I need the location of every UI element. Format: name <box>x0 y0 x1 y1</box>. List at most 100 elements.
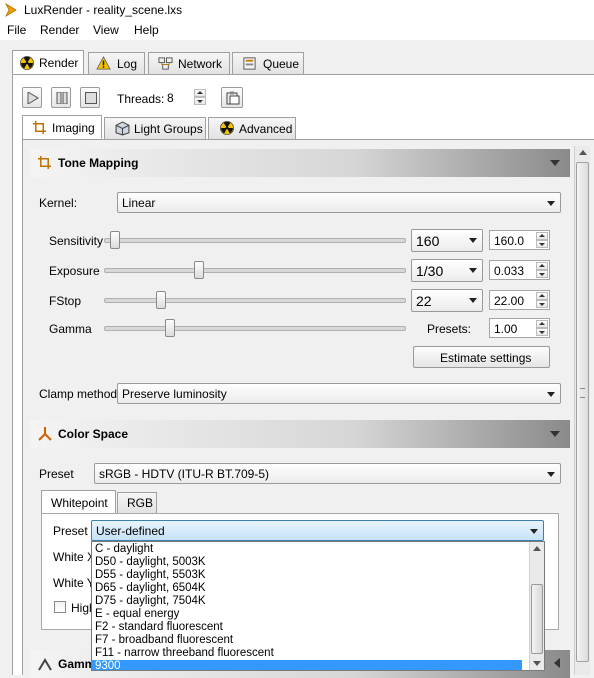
chevron-down-icon[interactable] <box>550 431 560 437</box>
threads-up-arrow[interactable] <box>194 89 206 97</box>
exposure-up-arrow[interactable] <box>536 262 548 270</box>
chevron-left-icon[interactable] <box>554 658 560 668</box>
estimate-settings-button[interactable]: Estimate settings <box>413 346 550 368</box>
exposure-value: 0.033 <box>494 264 525 278</box>
exposure-slider-handle[interactable] <box>193 261 204 279</box>
exposure-down-arrow[interactable] <box>536 270 548 278</box>
tab-network-label: Network <box>178 57 223 71</box>
sensitivity-preset-dropdown[interactable]: 160 <box>411 229 483 252</box>
white-x-label: White X <box>53 550 96 564</box>
clamp-method-label: Clamp method: <box>39 387 121 401</box>
sensitivity-down-arrow[interactable] <box>536 240 548 248</box>
dropdown-item[interactable]: D55 - daylight, 5503K <box>95 569 206 582</box>
fstop-preset-dropdown[interactable]: 22 <box>411 289 483 312</box>
color-preset-label: Preset <box>39 467 74 481</box>
menu-render[interactable]: Render <box>40 23 79 37</box>
whitepoint-preset-list[interactable]: C - daylight D50 - daylight, 5003K D55 - d… <box>91 541 545 671</box>
queue-icon <box>243 57 256 70</box>
whitepoint-preset-value: User-defined <box>96 524 165 538</box>
tab-render[interactable]: Render <box>12 50 84 75</box>
gamma-spinbox[interactable]: 1.00 <box>489 318 550 338</box>
sensitivity-slider-track[interactable] <box>104 238 406 243</box>
dropdown-scroll-up-arrow[interactable] <box>533 546 541 551</box>
fstop-spinbox[interactable]: 22.00 <box>489 290 550 310</box>
cube-icon <box>115 121 130 136</box>
sensitivity-up-arrow[interactable] <box>536 232 548 240</box>
threads-down-arrow[interactable] <box>194 97 206 105</box>
chevron-down-icon <box>469 298 477 303</box>
tone-mapping-header[interactable]: Tone Mapping <box>30 149 570 177</box>
dropdown-scroll-thumb[interactable] <box>531 584 543 654</box>
chevron-down-icon <box>547 472 555 477</box>
gamma-slider-handle[interactable] <box>164 319 175 337</box>
tab-imaging-label: Imaging <box>52 121 95 135</box>
whitepoint-preset-label: Preset <box>53 524 88 538</box>
chevron-down-icon <box>547 392 555 397</box>
tab-imaging[interactable]: Imaging <box>22 115 102 140</box>
gamma-up-arrow[interactable] <box>536 320 548 328</box>
dropdown-item[interactable]: F11 - narrow threeband fluorescent <box>95 647 274 660</box>
fstop-down-arrow[interactable] <box>536 300 548 308</box>
tab-log[interactable]: Log <box>88 52 145 74</box>
clipboard-icon <box>226 91 240 105</box>
menu-file[interactable]: File <box>7 23 26 37</box>
white-y-label: White Y <box>53 576 95 590</box>
sensitivity-preset-value: 160 <box>416 233 440 249</box>
scrollbar-thumb[interactable] <box>576 162 589 662</box>
dropdown-scroll-down-arrow[interactable] <box>533 661 541 666</box>
title-bar: LuxRender - reality_scene.lxs <box>0 0 594 20</box>
tab-whitepoint[interactable]: Whitepoint <box>41 490 116 514</box>
stop-button[interactable] <box>80 87 100 108</box>
fstop-slider-handle[interactable] <box>156 291 167 309</box>
color-space-title: Color Space <box>58 427 129 441</box>
vertical-scrollbar[interactable] <box>574 146 590 675</box>
dropdown-item[interactable]: D50 - daylight, 5003K <box>95 556 206 569</box>
dropdown-item[interactable]: D65 - daylight, 6504K <box>95 582 206 595</box>
exposure-spinbox[interactable]: 0.033 <box>489 260 550 280</box>
menu-help[interactable]: Help <box>134 23 159 37</box>
chevron-down-icon[interactable] <box>550 160 560 166</box>
kernel-dropdown[interactable]: Linear <box>117 192 561 213</box>
fstop-preset-value: 22 <box>416 293 432 309</box>
dropdown-item[interactable]: F2 - standard fluorescent <box>95 621 223 634</box>
tab-queue-label: Queue <box>263 57 300 71</box>
high-checkbox[interactable] <box>54 601 66 613</box>
exposure-preset-dropdown[interactable]: 1/30 <box>411 259 483 282</box>
color-space-header[interactable]: Color Space <box>30 420 570 448</box>
dropdown-item[interactable]: 9300 <box>92 660 522 670</box>
crop-icon <box>38 156 51 169</box>
pause-button[interactable] <box>51 87 71 108</box>
menu-view[interactable]: View <box>93 23 119 37</box>
whitepoint-preset-dropdown[interactable]: User-defined <box>91 520 544 541</box>
dropdown-scrollbar[interactable] <box>529 542 544 670</box>
tab-rgb[interactable]: RGB <box>117 492 157 513</box>
copy-button[interactable] <box>221 87 243 108</box>
tab-network[interactable]: Network <box>148 52 230 74</box>
dropdown-item[interactable]: E - equal energy <box>95 608 179 621</box>
tone-mapping-title: Tone Mapping <box>58 156 139 170</box>
gamma-down-arrow[interactable] <box>536 328 548 336</box>
exposure-label: Exposure <box>49 264 100 278</box>
tab-advanced[interactable]: Advanced <box>208 117 296 139</box>
color-preset-dropdown[interactable]: sRGB - HDTV (ITU-R BT.709-5) <box>94 463 561 484</box>
sensitivity-slider-handle[interactable] <box>109 231 120 249</box>
chevron-down-icon <box>530 529 538 534</box>
fstop-up-arrow[interactable] <box>536 292 548 300</box>
threads-value: 8 <box>167 91 174 105</box>
dropdown-item[interactable]: C - daylight <box>95 543 153 556</box>
tab-light-groups[interactable]: Light Groups <box>104 117 206 139</box>
fstop-value: 22.00 <box>494 294 525 308</box>
threads-label: Threads: <box>117 92 165 106</box>
fstop-slider-track[interactable] <box>104 298 406 303</box>
play-button[interactable] <box>22 87 42 108</box>
threads-spinbox[interactable]: 8 <box>163 88 207 108</box>
clamp-method-dropdown[interactable]: Preserve luminosity <box>117 383 561 404</box>
tab-queue[interactable]: Queue <box>232 52 304 74</box>
gamma-slider-track[interactable] <box>104 326 406 331</box>
dropdown-item[interactable]: D75 - daylight, 7504K <box>95 595 206 608</box>
sensitivity-spinbox[interactable]: 160.0 <box>489 230 550 250</box>
tab-render-label: Render <box>39 56 79 70</box>
dropdown-item[interactable]: F7 - broadband fluorescent <box>95 634 233 647</box>
scroll-up-arrow[interactable] <box>579 150 587 155</box>
exposure-slider-track[interactable] <box>104 268 406 273</box>
